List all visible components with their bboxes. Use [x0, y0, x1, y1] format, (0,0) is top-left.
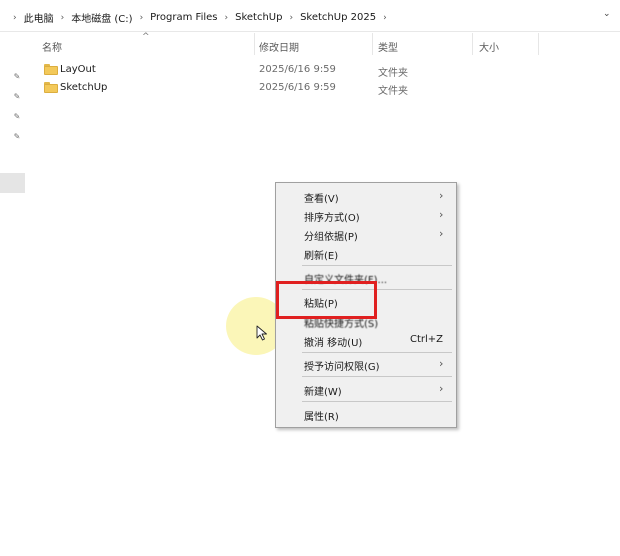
chevron-right-icon[interactable]: ›: [225, 13, 229, 23]
menu-item-undo[interactable]: 撤消 移动(U) Ctrl+Z: [276, 331, 456, 350]
chevron-down-icon[interactable]: ⌄: [603, 9, 611, 19]
column-divider[interactable]: [538, 33, 539, 55]
file-row[interactable]: SketchUp 2025/6/16 9:59 文件夹: [40, 79, 460, 97]
chevron-right-icon[interactable]: ›: [140, 13, 144, 23]
file-modified: 2025/6/16 9:59: [259, 64, 336, 75]
folder-icon: [44, 64, 58, 75]
sort-ascending-icon: ^: [142, 32, 150, 42]
pin-icon[interactable]: ✎: [12, 112, 22, 122]
chevron-right-icon: ›: [439, 382, 444, 395]
pin-icon[interactable]: ✎: [12, 92, 22, 102]
chevron-right-icon: ›: [439, 357, 444, 370]
file-type: 文件夹: [378, 68, 408, 79]
chevron-right-icon: ›: [439, 208, 444, 221]
menu-item-label: 撤消 移动(U): [304, 338, 363, 349]
menu-item-grant-access[interactable]: 授予访问权限(G) ›: [276, 355, 456, 374]
breadcrumb-item-local-disk[interactable]: 本地磁盘 (C:): [71, 10, 132, 25]
column-divider[interactable]: [472, 33, 473, 55]
menu-separator: [302, 352, 452, 353]
menu-item-label: 授予访问权限(G): [304, 362, 380, 373]
highlight-annotation-box: [276, 281, 377, 319]
menu-separator: [302, 376, 452, 377]
menu-separator: [302, 401, 452, 402]
column-header-name[interactable]: 名称: [42, 39, 62, 54]
menu-separator: [302, 265, 452, 266]
menu-item-sort[interactable]: 排序方式(O) ›: [276, 206, 456, 225]
column-divider[interactable]: [254, 33, 255, 55]
menu-item-shortcut: Ctrl+Z: [410, 334, 444, 345]
menu-item-label: 分组依据(P): [304, 232, 358, 243]
breadcrumb-item-sketchup-2025[interactable]: SketchUp 2025: [300, 12, 376, 23]
column-header-type[interactable]: 类型: [378, 39, 398, 54]
menu-item-refresh[interactable]: 刷新(E): [276, 244, 456, 263]
address-bar[interactable]: › 此电脑 › 本地磁盘 (C:) › Program Files › Sket…: [0, 0, 620, 32]
breadcrumb-item-this-pc[interactable]: 此电脑: [24, 10, 54, 25]
breadcrumb-item-sketchup[interactable]: SketchUp: [235, 12, 282, 23]
breadcrumb-item-program-files[interactable]: Program Files: [150, 12, 217, 23]
file-name: SketchUp: [60, 82, 108, 93]
column-header-modified[interactable]: 修改日期: [259, 39, 299, 54]
chevron-right-icon[interactable]: ›: [289, 13, 293, 23]
pin-icon[interactable]: ✎: [12, 132, 22, 142]
menu-item-new[interactable]: 新建(W) ›: [276, 380, 456, 399]
menu-item-label: 新建(W): [304, 387, 342, 398]
chevron-right-icon[interactable]: ›: [61, 13, 65, 23]
file-row[interactable]: LayOut 2025/6/16 9:59 文件夹: [40, 61, 460, 79]
chevron-right-icon[interactable]: ›: [13, 13, 17, 23]
menu-item-label: 刷新(E): [304, 251, 339, 262]
column-divider[interactable]: [372, 33, 373, 55]
file-name: LayOut: [60, 64, 96, 75]
menu-item-label: 查看(V): [304, 194, 339, 205]
column-header-size[interactable]: 大小: [479, 39, 499, 54]
menu-item-view[interactable]: 查看(V) ›: [276, 187, 456, 206]
column-headers: ^ 名称 修改日期 类型 大小: [0, 32, 620, 57]
breadcrumb: › 此电脑 › 本地磁盘 (C:) › Program Files › Sket…: [6, 10, 394, 25]
mouse-cursor-icon: [256, 325, 267, 341]
menu-item-label: 属性(R): [304, 412, 339, 423]
folder-icon: [44, 82, 58, 93]
file-modified: 2025/6/16 9:59: [259, 82, 336, 93]
chevron-right-icon[interactable]: ›: [383, 13, 387, 23]
menu-item-properties[interactable]: 属性(R): [276, 405, 456, 424]
chevron-right-icon: ›: [439, 227, 444, 240]
menu-item-label: 排序方式(O): [304, 213, 360, 224]
nav-selected-item[interactable]: [0, 173, 25, 193]
menu-item-group[interactable]: 分组依据(P) ›: [276, 225, 456, 244]
file-type: 文件夹: [378, 86, 408, 97]
pin-icon[interactable]: ✎: [12, 72, 22, 82]
chevron-right-icon: ›: [439, 189, 444, 202]
